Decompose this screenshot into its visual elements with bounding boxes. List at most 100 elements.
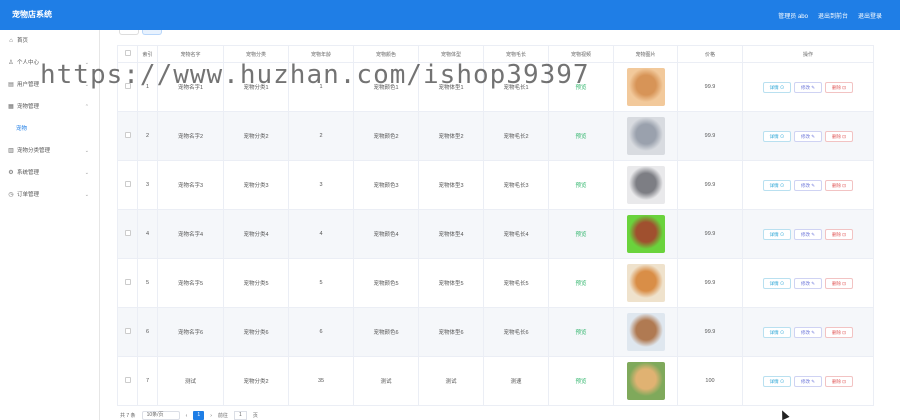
pager-goto-input[interactable]: 1	[233, 411, 247, 420]
cell-actions: 详情 ⊙ 修改 ✎ 删除 ⊡	[742, 111, 874, 161]
edit-button[interactable]: 修改 ✎	[794, 228, 822, 240]
cell-idx: 3	[137, 160, 158, 210]
cell-age: 35	[288, 356, 354, 406]
video-preview-link[interactable]: 预览	[575, 183, 586, 189]
table-row[interactable]: 7 测试 宠物分类2 35 测试 测试 测速 预览 100 详情 ⊙ 修改 ✎ 删除 ⊡	[117, 356, 874, 406]
delete-button[interactable]: 删除 ⊡	[825, 326, 853, 338]
chevron-icon: ⌄	[84, 60, 89, 66]
edit-button[interactable]: 修改 ✎	[794, 130, 822, 142]
pagination: 共 7 条 10条/页 ‹ 1 › 前往 1 页	[120, 411, 258, 420]
edit-button[interactable]: 修改 ✎	[794, 326, 822, 338]
detail-button[interactable]: 详情 ⊙	[763, 130, 791, 142]
video-preview-link[interactable]: 预览	[575, 281, 586, 287]
detail-button[interactable]: 详情 ⊙	[763, 375, 791, 387]
pager-prev[interactable]: ‹	[186, 413, 188, 419]
delete-button[interactable]: 删除 ⊡	[825, 179, 853, 191]
sidebar-item-7[interactable]: ◷ 订单管理 ⌄	[0, 184, 99, 206]
pager-goto-label: 前往	[217, 413, 228, 419]
pet-photo[interactable]	[626, 215, 665, 253]
pager-current-page[interactable]: 1	[193, 411, 205, 420]
detail-button[interactable]: 详情 ⊙	[763, 228, 791, 240]
delete-button[interactable]: 删除 ⊡	[825, 81, 853, 93]
table-row[interactable]: 2 宠物名字2 宠物分类2 2 宠物颜色2 宠物体型2 宠物毛长2 预览 99.9 详情 ⊙ 修改 …	[117, 111, 874, 161]
cell-size: 宠物体型3	[418, 160, 484, 210]
sidebar-item-5[interactable]: ▥ 宠物分类管理 ⌄	[0, 140, 99, 162]
row-checkbox[interactable]	[124, 328, 131, 334]
table-row[interactable]: 6 宠物名字6 宠物分类6 6 宠物颜色6 宠物体型6 宠物毛长6 预览 99.9 详情 ⊙ 修改 …	[117, 307, 874, 357]
row-checkbox[interactable]	[124, 377, 131, 383]
delete-button[interactable]: 删除 ⊡	[825, 375, 853, 387]
pet-photo[interactable]	[626, 166, 665, 204]
cell-name: 宠物名字6	[157, 307, 224, 357]
back-front-link[interactable]: 退出到前台	[818, 11, 848, 20]
pager-size-select[interactable]: 10条/页	[141, 411, 180, 420]
column-header: 索引	[137, 45, 158, 63]
cell-cat: 宠物分类2	[223, 356, 289, 406]
video-preview-link[interactable]: 预览	[575, 232, 586, 238]
column-header: 宠物颜色	[353, 45, 419, 63]
row-checkbox-cell	[117, 209, 138, 259]
cell-hair: 测速	[483, 356, 549, 406]
cell-size: 宠物体型4	[418, 209, 484, 259]
logout-link[interactable]: 退出登录	[858, 11, 882, 20]
detail-button[interactable]: 详情 ⊙	[763, 326, 791, 338]
cell-video: 预览	[548, 209, 614, 259]
edit-button[interactable]: 修改 ✎	[794, 375, 822, 387]
cell-cat: 宠物分类5	[223, 258, 289, 308]
edit-button[interactable]: 修改 ✎	[794, 277, 822, 289]
sidebar-item-1[interactable]: ♙ 个人中心 ⌄	[0, 52, 99, 74]
cell-actions: 详情 ⊙ 修改 ✎ 删除 ⊡	[742, 209, 874, 259]
column-header[interactable]	[117, 45, 138, 63]
table-row[interactable]: 1 宠物名字1 宠物分类1 1 宠物颜色1 宠物体型1 宠物毛长1 预览 99.9 详情 ⊙ 修改 …	[117, 62, 874, 112]
table-header-row: 索引 宠物名字 宠物分类 宠物年龄 宠物颜色 宠物体型 宠物毛长 宠物视频 宠物图片 价格 操作	[117, 45, 874, 63]
table-row[interactable]: 3 宠物名字3 宠物分类3 3 宠物颜色3 宠物体型3 宠物毛长3 预览 99.9 详情 ⊙ 修改 …	[117, 160, 874, 210]
cell-name: 测试	[157, 356, 224, 406]
video-preview-link[interactable]: 预览	[575, 330, 586, 336]
pet-table-wrapper: 索引 宠物名字 宠物分类 宠物年龄 宠物颜色 宠物体型 宠物毛长 宠物视频 宠物图片 价格 操作 1…	[117, 45, 874, 406]
sidebar-item-0[interactable]: ⌂ 首页	[0, 30, 99, 52]
detail-button[interactable]: 详情 ⊙	[763, 179, 791, 191]
select-all-checkbox[interactable]	[124, 50, 131, 56]
delete-button[interactable]: 删除 ⊡	[825, 277, 853, 289]
detail-button[interactable]: 详情 ⊙	[763, 81, 791, 93]
row-checkbox[interactable]	[124, 83, 131, 89]
delete-button[interactable]: 删除 ⊡	[825, 228, 853, 240]
table-row[interactable]: 5 宠物名字5 宠物分类5 5 宠物颜色5 宠物体型5 宠物毛长5 预览 99.9 详情 ⊙ 修改 …	[117, 258, 874, 308]
toolbar-button-left[interactable]	[119, 30, 139, 35]
video-preview-link[interactable]: 预览	[575, 379, 586, 385]
pager-next[interactable]: ›	[210, 413, 212, 419]
chevron-icon: ⌄	[84, 192, 89, 198]
edit-button[interactable]: 修改 ✎	[794, 81, 822, 93]
cell-idx: 1	[137, 62, 158, 112]
cell-cat: 宠物分类1	[223, 62, 289, 112]
row-checkbox[interactable]	[124, 230, 131, 236]
sidebar-item-4[interactable]: 宠物	[0, 118, 99, 140]
edit-button[interactable]: 修改 ✎	[794, 179, 822, 191]
chevron-icon: ⌄	[84, 82, 89, 88]
sidebar-item-label: 宠物分类管理	[17, 148, 51, 154]
video-preview-link[interactable]: 预览	[575, 85, 586, 91]
cell-photo	[613, 111, 678, 161]
toolbar-button-right[interactable]	[142, 30, 162, 35]
video-preview-link[interactable]: 预览	[575, 134, 586, 140]
cell-hair: 宠物毛长4	[483, 209, 549, 259]
column-header: 宠物体型	[418, 45, 484, 63]
cell-photo	[613, 209, 678, 259]
pet-photo[interactable]	[626, 313, 665, 351]
row-checkbox[interactable]	[124, 132, 131, 138]
cell-price: 100	[677, 356, 743, 406]
row-checkbox[interactable]	[124, 181, 131, 187]
sidebar-item-6[interactable]: ⚙ 系统管理 ⌄	[0, 162, 99, 184]
detail-button[interactable]: 详情 ⊙	[763, 277, 791, 289]
cell-color: 宠物颜色3	[353, 160, 419, 210]
pet-photo[interactable]	[626, 68, 665, 106]
table-row[interactable]: 4 宠物名字4 宠物分类4 4 宠物颜色4 宠物体型4 宠物毛长4 预览 99.9 详情 ⊙ 修改 …	[117, 209, 874, 259]
cell-video: 预览	[548, 111, 614, 161]
delete-button[interactable]: 删除 ⊡	[825, 130, 853, 142]
row-checkbox[interactable]	[124, 279, 131, 285]
pet-photo[interactable]	[626, 117, 665, 155]
pet-photo[interactable]	[626, 264, 665, 302]
sidebar-item-2[interactable]: ▤ 用户管理 ⌄	[0, 74, 99, 96]
pet-photo[interactable]	[626, 362, 665, 400]
sidebar-item-3[interactable]: ▦ 宠物管理 ⌃	[0, 96, 99, 118]
